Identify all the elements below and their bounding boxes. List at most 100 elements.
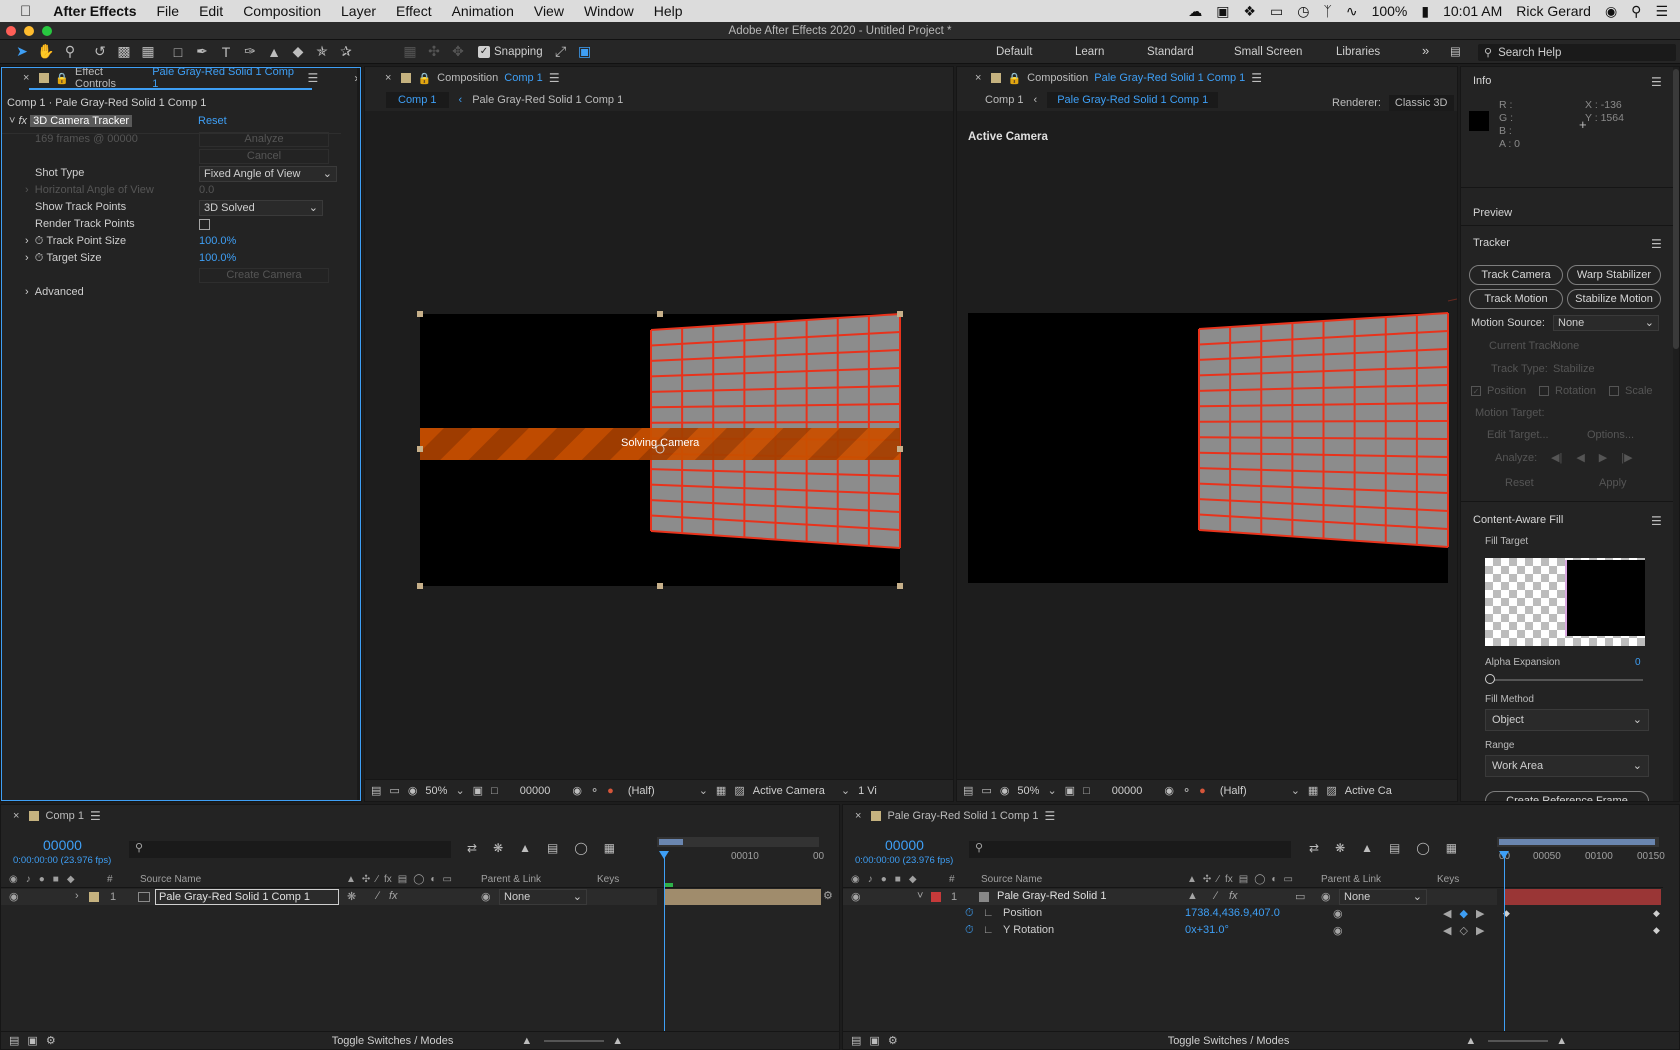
timeline1-timecode[interactable]: 00000 <box>43 837 82 853</box>
timeline1-playhead[interactable] <box>664 855 665 1035</box>
comp1-views[interactable]: 1 Vi <box>858 785 877 797</box>
frame-blend-icon[interactable]: ▤ <box>1239 874 1248 885</box>
workspace-default[interactable]: Default <box>996 46 1032 58</box>
timeline1-layer-row[interactable]: ◉ › 1 Pale Gray-Red Solid 1 Comp 1 ❋ ∕ f… <box>1 889 657 905</box>
lock-icon[interactable]: ■ <box>895 874 901 885</box>
prev-keyframe-icon[interactable]: ◀ <box>1443 924 1451 937</box>
layer-quality-icon[interactable]: ∕ <box>1215 890 1217 902</box>
clone-stamp-tool-icon[interactable]: ▲ <box>262 42 286 62</box>
timeline2-layer-row[interactable]: ◉ ˅ 1 Pale Gray-Red Solid 1 ▲ ∕ fx ▭ ◉ N… <box>843 889 1497 905</box>
transparency-icon[interactable]: ▨ <box>1326 784 1336 797</box>
layer-name[interactable]: Pale Gray-Red Solid 1 Comp 1 <box>155 889 339 905</box>
close-tab-icon[interactable]: × <box>855 810 861 822</box>
cancel-button[interactable]: Cancel <box>199 149 329 164</box>
edit-target-button[interactable]: Edit Target... <box>1487 429 1549 441</box>
quality-icon[interactable]: ∕ <box>1217 874 1219 885</box>
render-track-points-checkbox[interactable] <box>199 219 210 230</box>
chevron-down-icon[interactable]: ⌄ <box>455 784 464 797</box>
motion-source-select[interactable]: None ⌄ <box>1553 315 1659 331</box>
comp2-canvas[interactable]: Active Camera <box>957 111 1458 781</box>
timeline1-zoom-slider[interactable] <box>544 1039 605 1042</box>
timeline2-toggle-switches[interactable]: Toggle Switches / Modes <box>1168 1035 1290 1047</box>
layer-name[interactable]: Pale Gray-Red Solid 1 <box>997 890 1106 902</box>
comp2-timecode[interactable]: 00000 <box>1112 785 1143 797</box>
timeline2-playhead[interactable] <box>1504 855 1505 1035</box>
composition-mini-flowchart-icon[interactable]: ⇄ <box>1309 841 1319 855</box>
time-machine-icon[interactable]: ◷ <box>1297 3 1309 20</box>
quality-icon[interactable]: ∕ <box>376 874 378 885</box>
draft-3d-icon[interactable]: ❋ <box>493 841 503 855</box>
creative-cloud-icon[interactable]: ☁ <box>1188 3 1202 20</box>
layer-parent-select[interactable]: None ⌄ <box>1339 889 1427 905</box>
siri-icon[interactable]: ◉ <box>1605 3 1617 20</box>
menu-app[interactable]: After Effects <box>53 3 136 19</box>
create-reference-frame-button[interactable]: Create Reference Frame <box>1485 791 1649 801</box>
layer-fx-icon[interactable]: fx <box>389 890 398 902</box>
timeline1-col-parent[interactable]: Parent & Link <box>481 874 541 885</box>
snapping-toggle[interactable]: ✓ Snapping <box>478 45 543 58</box>
keyframe-marker-icon[interactable]: ◆ <box>1653 908 1660 919</box>
position-option[interactable]: ✓ Position <box>1471 385 1526 397</box>
composition-mini-flowchart-icon[interactable]: ⇄ <box>467 841 477 855</box>
alpha-expansion-value[interactable]: 0 <box>1635 657 1641 668</box>
position-checkbox[interactable]: ✓ <box>1471 386 1481 396</box>
clock-label[interactable]: 10:01 AM <box>1443 3 1502 19</box>
layer-shy-icon[interactable]: ▲ <box>1187 890 1198 902</box>
shy-icon[interactable]: ▲ <box>1187 874 1197 885</box>
track-camera-button[interactable]: Track Camera <box>1469 265 1563 285</box>
next-keyframe-icon[interactable]: ▶ <box>1476 907 1484 920</box>
chevron-right-icon[interactable]: › <box>25 286 29 298</box>
panel-menu-icon[interactable]: ☰ <box>1251 71 1262 85</box>
user-name[interactable]: Rick Gerard <box>1516 3 1591 19</box>
zoom-out-icon[interactable]: ▲ <box>521 1035 532 1047</box>
eraser-tool-icon[interactable]: ◆ <box>286 42 310 62</box>
audio-icon[interactable]: ♪ <box>868 874 873 885</box>
tracker-apply-button[interactable]: Apply <box>1599 477 1627 489</box>
label-icon[interactable]: ◆ <box>67 874 75 885</box>
menu-view[interactable]: View <box>534 3 564 19</box>
dropbox-icon[interactable]: ❖ <box>1243 3 1256 20</box>
collapse-icon[interactable]: ✣ <box>1203 874 1211 885</box>
panel-menu-icon[interactable]: ☰ <box>1044 809 1055 823</box>
keyframe-marker-icon[interactable]: ◆ <box>1653 925 1660 936</box>
close-tab-icon[interactable]: × <box>975 72 981 84</box>
pickwhip-icon[interactable]: ◉ <box>1321 890 1331 903</box>
right-scrollbar[interactable] <box>1673 67 1679 801</box>
graph-icon[interactable]: ∟ <box>983 924 994 936</box>
expand-icon[interactable]: ⤢ <box>549 42 573 62</box>
graph-icon[interactable]: ∟ <box>983 907 994 919</box>
alpha-slider-track[interactable] <box>1489 679 1643 681</box>
layer-label-swatch[interactable] <box>931 892 941 902</box>
comp1-timecode[interactable]: 00000 <box>520 785 551 797</box>
preview-title[interactable]: Preview <box>1473 207 1512 219</box>
expression-icon[interactable]: ◉ <box>1333 924 1343 937</box>
chevron-right-icon[interactable]: › <box>25 252 29 264</box>
tracker-menu-icon[interactable]: ☰ <box>1651 237 1662 251</box>
mask-icon[interactable]: ◉ <box>408 784 418 797</box>
motion-blur-icon[interactable]: ◯ <box>1254 874 1265 885</box>
screen-icon[interactable]: ▭ <box>1270 3 1283 20</box>
menu-effect[interactable]: Effect <box>396 3 432 19</box>
position-property-row[interactable]: ⏱ ∟ Position 1738.4,436.9,407.0 ◉ ◀ ◆ ▶ <box>843 906 1497 922</box>
layer-quality-icon[interactable]: ∕ <box>377 890 379 902</box>
color-icon[interactable]: ● <box>1199 785 1206 797</box>
in-out-icon[interactable]: ⚙ <box>888 1034 898 1047</box>
transfer-controls-icon[interactable]: ▣ <box>27 1034 37 1047</box>
zoom-window-button[interactable] <box>42 26 52 36</box>
menu-window[interactable]: Window <box>584 3 634 19</box>
shy-layers-icon[interactable]: ▲ <box>1361 841 1373 855</box>
snapping-checkbox[interactable]: ✓ <box>478 45 490 58</box>
monitor-icon[interactable]: ▭ <box>981 784 991 797</box>
rotation-checkbox[interactable] <box>1539 386 1549 396</box>
3d-layer-icon[interactable]: ▭ <box>1283 874 1292 885</box>
tracker-reset-button[interactable]: Reset <box>1505 477 1534 489</box>
transfer-controls-icon[interactable]: ▣ <box>869 1034 879 1047</box>
layer-visibility-icon[interactable]: ◉ <box>9 890 19 903</box>
menu-edit[interactable]: Edit <box>199 3 223 19</box>
layer-3d-icon[interactable]: ▭ <box>1295 890 1305 903</box>
layer-switches-icon[interactable]: ▤ <box>851 1034 861 1047</box>
comp2-tab[interactable]: × 🔒 Composition Pale Gray-Red Solid 1 Co… <box>957 67 1457 89</box>
fx-icon[interactable]: fx <box>19 115 28 127</box>
audio-icon[interactable]: ♪ <box>26 874 31 885</box>
timeline2-col-source[interactable]: Source Name <box>981 874 1042 885</box>
